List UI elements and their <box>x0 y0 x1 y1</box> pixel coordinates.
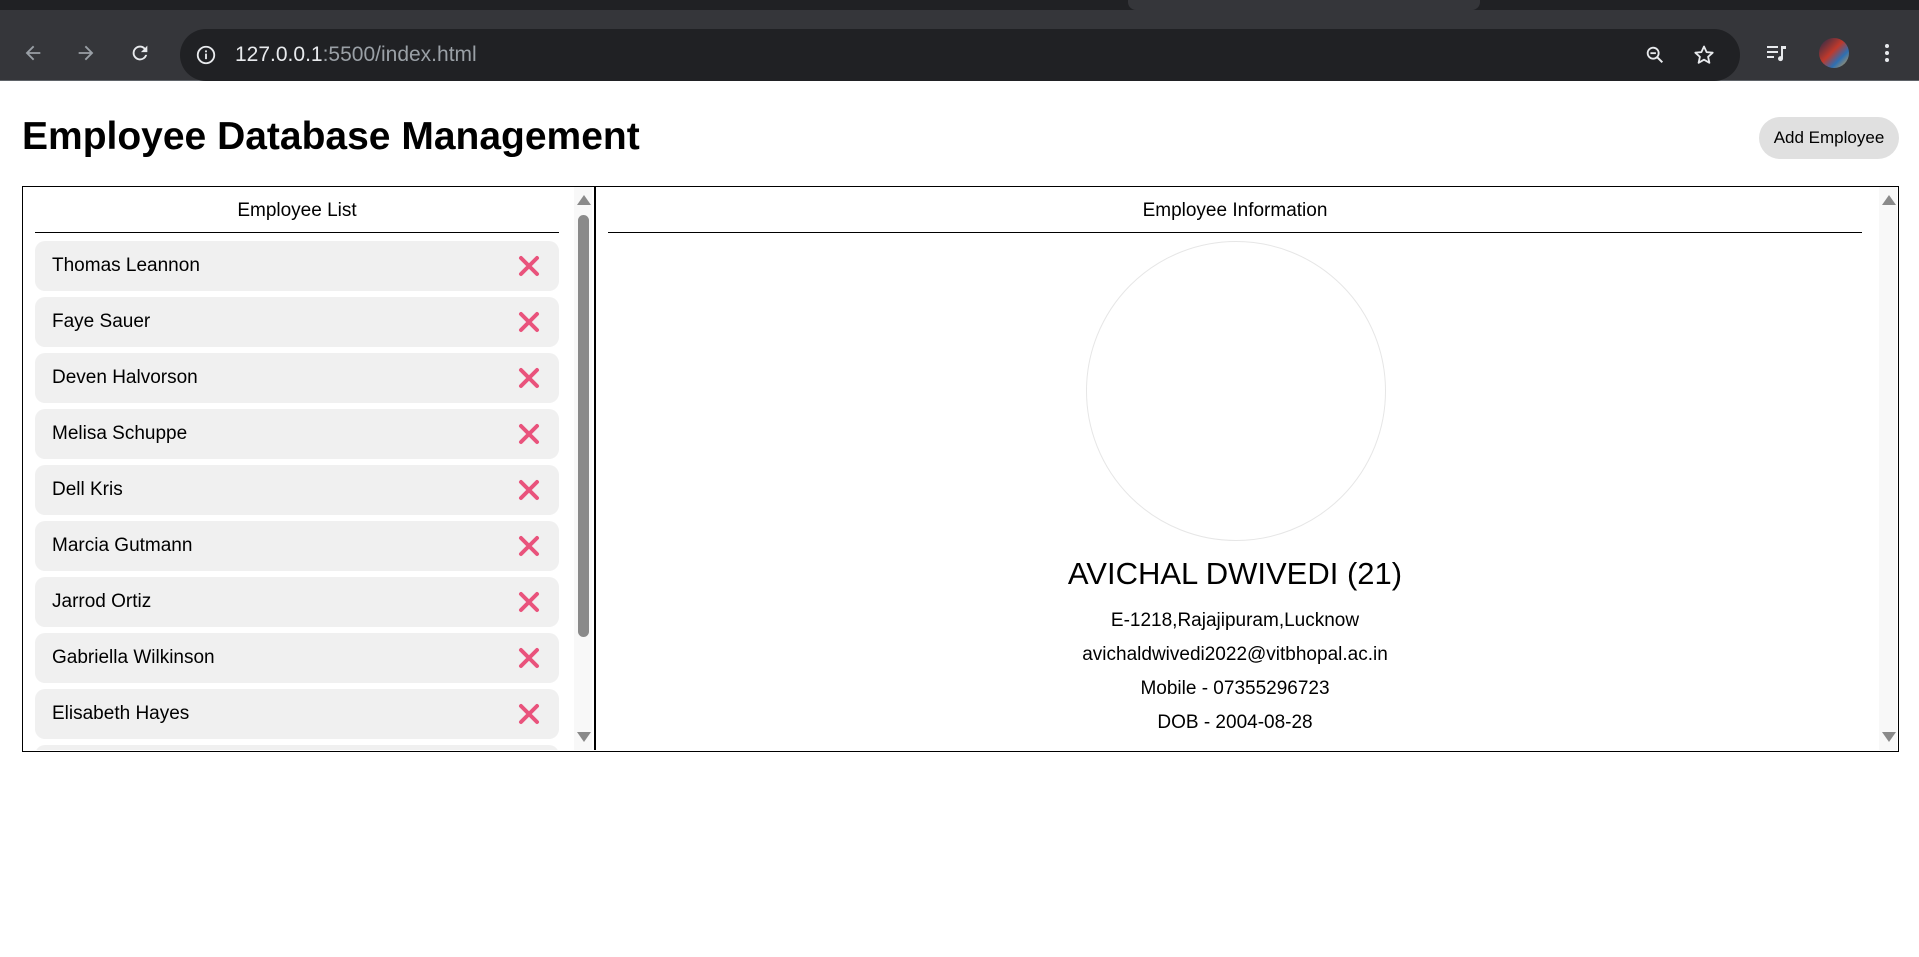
employee-list: Thomas Leannon Faye Sauer Deven Halvorso… <box>35 241 559 750</box>
employee-name: Jarrod Ortiz <box>52 591 152 612</box>
list-item[interactable]: Elisabeth Hayes <box>35 689 559 739</box>
list-item[interactable]: Jarrod Ortiz <box>35 577 559 627</box>
employee-list-heading: Employee List <box>35 199 559 233</box>
list-item[interactable]: Gabriella Wilkinson <box>35 633 559 683</box>
employee-name: Gabriella Wilkinson <box>52 647 215 668</box>
active-tab[interactable] <box>1128 0 1480 10</box>
employee-name: Faye Sauer <box>52 311 151 332</box>
more-menu-icon[interactable] <box>1867 33 1907 73</box>
media-control-icon[interactable] <box>1756 33 1796 73</box>
url-path: :5500/index.html <box>322 43 477 66</box>
list-item[interactable]: Marcia Gutmann <box>35 521 559 571</box>
forward-icon[interactable] <box>66 33 106 73</box>
employee-list-scrollbar[interactable] <box>574 187 592 750</box>
list-item[interactable]: Faye Sauer <box>35 297 559 347</box>
scroll-down-arrow-icon[interactable] <box>577 732 591 742</box>
delete-x-icon[interactable] <box>517 534 541 558</box>
delete-x-icon[interactable] <box>517 702 541 726</box>
employee-email: avichaldwivedi2022@vitbhopal.ac.in <box>1082 644 1388 665</box>
employee-info-scrollbar[interactable] <box>1879 187 1897 750</box>
list-item-partial[interactable] <box>35 745 559 750</box>
delete-x-icon[interactable] <box>517 422 541 446</box>
avatar <box>1819 38 1849 68</box>
scrollbar-thumb[interactable] <box>578 215 589 637</box>
back-icon[interactable] <box>13 33 53 73</box>
employee-address: E-1218,Rajajipuram,Lucknow <box>1110 610 1360 631</box>
bookmark-star-icon[interactable] <box>1690 41 1718 69</box>
scroll-up-arrow-icon[interactable] <box>577 195 591 205</box>
employee-name: Dell Kris <box>52 479 123 500</box>
browser-toolbar: 127.0.0.1:5500/index.html <box>0 10 1919 81</box>
reload-icon[interactable] <box>120 33 160 73</box>
employee-name: Thomas Leannon <box>52 255 200 276</box>
browser-chrome: 127.0.0.1:5500/index.html <box>0 0 1919 81</box>
delete-x-icon[interactable] <box>517 590 541 614</box>
list-item[interactable]: Deven Halvorson <box>35 353 559 403</box>
tab-strip <box>0 0 1919 10</box>
address-bar[interactable]: 127.0.0.1:5500/index.html <box>180 29 1740 81</box>
zoom-icon[interactable] <box>1641 41 1669 69</box>
list-item[interactable]: Thomas Leannon <box>35 241 559 291</box>
employee-mobile: Mobile - 07355296723 <box>1140 678 1330 699</box>
scroll-up-arrow-icon[interactable] <box>1882 195 1896 205</box>
delete-x-icon[interactable] <box>517 310 541 334</box>
employee-name: Marcia Gutmann <box>52 535 193 556</box>
url-host: 127.0.0.1 <box>235 43 323 66</box>
profile-avatar[interactable] <box>1814 33 1854 73</box>
add-employee-button[interactable]: Add Employee <box>1759 117 1899 159</box>
employee-name: Deven Halvorson <box>52 367 198 388</box>
delete-x-icon[interactable] <box>517 646 541 670</box>
delete-x-icon[interactable] <box>517 478 541 502</box>
employee-name: Elisabeth Hayes <box>52 703 190 724</box>
employee-dob: DOB - 2004-08-28 <box>1157 712 1313 733</box>
employee-info-panel: Employee Information AVICHAL DWIVEDI (21… <box>596 187 1897 750</box>
delete-x-icon[interactable] <box>517 366 541 390</box>
list-item[interactable]: Dell Kris <box>35 465 559 515</box>
employee-name: Melisa Schuppe <box>52 423 188 444</box>
main-container: Employee List Thomas Leannon Faye Sauer … <box>22 186 1899 752</box>
scroll-down-arrow-icon[interactable] <box>1882 732 1896 742</box>
delete-x-icon[interactable] <box>517 254 541 278</box>
url-text[interactable]: 127.0.0.1:5500/index.html <box>235 43 477 67</box>
list-item[interactable]: Melisa Schuppe <box>35 409 559 459</box>
site-info-icon[interactable] <box>192 41 220 69</box>
employee-full-name: AVICHAL DWIVEDI (21) <box>1067 556 1403 591</box>
page-title: Employee Database Management <box>22 115 640 158</box>
employee-info-heading: Employee Information <box>608 199 1862 233</box>
employee-list-panel: Employee List Thomas Leannon Faye Sauer … <box>23 187 596 750</box>
employee-photo <box>1086 241 1386 541</box>
